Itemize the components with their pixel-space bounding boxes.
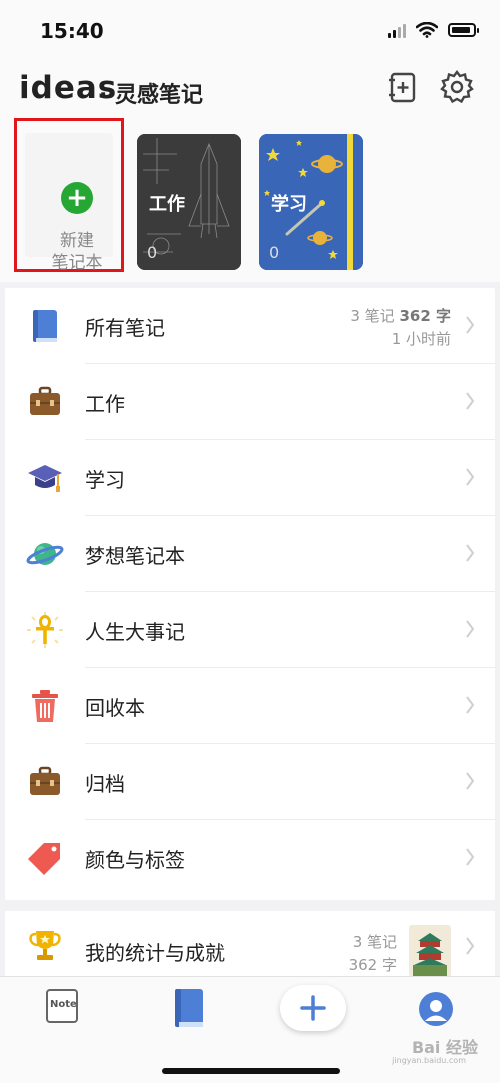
char-count: 362 字 <box>399 307 451 325</box>
notebook-list: 所有笔记 3 笔记 362 字 1 小时前 工作 学习 梦想笔记本 人生大事记 … <box>5 288 495 900</box>
notebook-carousel: + 新建 笔记本 工作 0 学习 0 <box>0 116 500 282</box>
wifi-icon <box>416 22 438 38</box>
chevron-right-icon <box>466 392 475 410</box>
plus-icon: + <box>61 182 93 214</box>
list-item-trash[interactable]: 回收本 <box>5 668 495 744</box>
trash-icon <box>32 690 58 722</box>
status-bar: 15:40 <box>0 0 500 60</box>
new-notebook-button[interactable]: + 新建 笔记本 <box>14 118 124 273</box>
watermark-url: jingyan.baidu.com <box>392 1056 466 1065</box>
list-item-label: 梦想笔记本 <box>85 544 185 568</box>
notebook-count: 0 <box>269 243 280 262</box>
list-item-study[interactable]: 学习 <box>5 440 495 516</box>
list-item-label: 所有笔记 <box>85 316 165 340</box>
stats-label: 我的统计与成就 <box>85 941 225 965</box>
chevron-right-icon <box>466 848 475 866</box>
briefcase-icon <box>30 386 60 415</box>
notebook-title: 工作 <box>149 194 185 215</box>
stats-note-count: 3 笔记 <box>352 933 397 951</box>
chevron-right-icon <box>466 937 475 955</box>
battery-icon <box>448 23 479 37</box>
tab-profile[interactable] <box>418 991 454 1027</box>
status-time: 15:40 <box>40 19 104 43</box>
list-item-life-events[interactable]: 人生大事记 <box>5 592 495 668</box>
notebook-title: 学习 <box>271 194 307 215</box>
tab-bar: Note <box>0 976 500 1083</box>
add-icon <box>300 995 326 1021</box>
list-item-dream-notebook[interactable]: 梦想笔记本 <box>5 516 495 592</box>
chevron-right-icon <box>466 544 475 562</box>
chevron-right-icon <box>466 316 475 334</box>
app-subtitle: · 灵感笔记 <box>99 83 204 108</box>
list-item-label: 归档 <box>85 772 125 796</box>
chevron-right-icon <box>466 620 475 638</box>
trophy-icon <box>29 931 61 960</box>
status-icons <box>388 22 479 38</box>
list-item-colors-tags[interactable]: 颜色与标签 <box>5 820 495 896</box>
last-updated: 1 小时前 <box>391 330 451 348</box>
stats-char-count: 362 字 <box>348 956 397 974</box>
note-icon-label: Note <box>50 999 77 1010</box>
list-item-label: 回收本 <box>85 696 145 720</box>
note-count: 3 笔记 <box>350 307 395 325</box>
notebook-count: 0 <box>147 243 158 262</box>
planet-icon <box>26 543 64 565</box>
notebook-card-study[interactable]: 学习 0 <box>259 134 363 270</box>
list-item-label: 人生大事记 <box>85 620 185 644</box>
settings-button[interactable] <box>439 69 475 105</box>
home-indicator <box>162 1068 340 1074</box>
tab-notebooks[interactable] <box>172 987 206 1029</box>
add-button[interactable] <box>280 985 346 1031</box>
new-notebook-card: + 新建 笔记本 <box>25 133 113 273</box>
tag-icon <box>28 843 60 875</box>
tab-note[interactable]: Note <box>46 989 78 1023</box>
briefcase-icon <box>30 766 60 795</box>
book-icon <box>33 310 57 342</box>
list-item-label: 颜色与标签 <box>85 848 185 872</box>
app-header: ideas · 灵感笔记 <box>0 60 500 116</box>
graduation-cap-icon <box>28 465 62 492</box>
new-notebook-label: 新建 笔记本 <box>51 231 103 273</box>
list-item-work[interactable]: 工作 <box>5 364 495 440</box>
watermark: Bai 经验 <box>411 1038 478 1057</box>
new-note-button[interactable] <box>384 69 420 105</box>
stats-achievements-row[interactable]: 我的统计与成就 3 笔记 362 字 <box>5 911 495 977</box>
all-notes-stats: 3 笔记 362 字 <box>350 305 451 326</box>
notebook-card-work[interactable]: 工作 0 <box>137 134 241 270</box>
achievement-thumbnail <box>409 925 451 977</box>
chevron-right-icon <box>466 468 475 486</box>
list-item-label: 学习 <box>85 468 125 492</box>
list-item-all-notes[interactable]: 所有笔记 3 笔记 362 字 1 小时前 <box>5 288 495 364</box>
chevron-right-icon <box>466 696 475 714</box>
signal-icon <box>388 22 406 38</box>
chevron-right-icon <box>466 772 475 790</box>
list-item-archive[interactable]: 归档 <box>5 744 495 820</box>
ankh-icon <box>27 612 63 648</box>
list-item-label: 工作 <box>85 392 125 416</box>
